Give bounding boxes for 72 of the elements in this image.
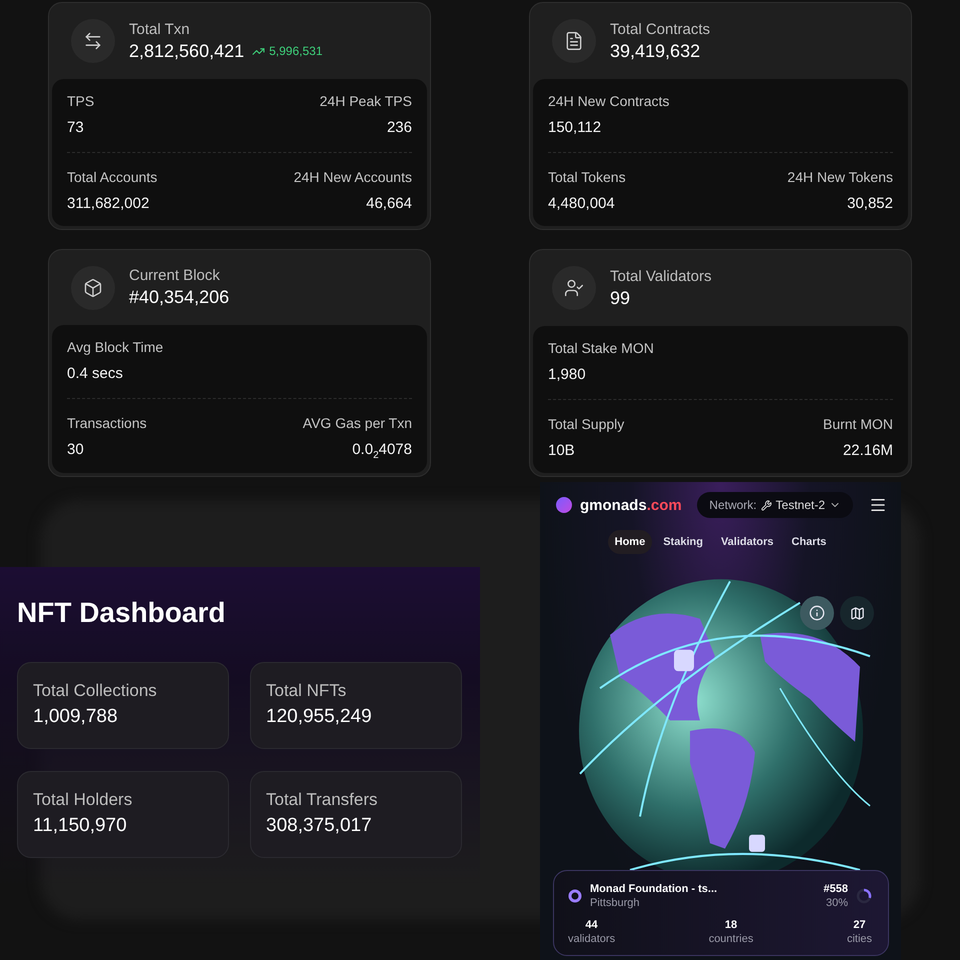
metric-value: 30 [67, 441, 84, 458]
map-icon[interactable] [840, 596, 874, 630]
validator-name: Monad Foundation - ts... [590, 883, 718, 895]
stat-label: validators [568, 933, 616, 945]
info-icon[interactable] [800, 596, 834, 630]
metric-label: 24H New Tokens [787, 169, 893, 185]
user-check-icon [564, 278, 584, 298]
metric-value: 22.16M [842, 442, 893, 459]
metric-label: Total Accounts [67, 169, 158, 185]
metric-label: Burnt MON [822, 416, 893, 432]
logo-icon [556, 497, 572, 513]
metric-value: 30,852 [847, 195, 893, 212]
document-icon [564, 31, 584, 51]
validator-rank: #558 [824, 883, 848, 895]
stat-label: cities [846, 933, 872, 945]
metric-label: 24H Peak TPS [320, 93, 412, 109]
validator-city: Pittsburgh [590, 897, 641, 909]
network-selector[interactable]: Network: Testnet-2 [697, 492, 853, 518]
stat-value: 11,150,970 [33, 815, 128, 837]
site-logo[interactable]: gmonads.com [580, 496, 682, 514]
wrench-icon [760, 500, 772, 510]
stat-value: 2,812,560,421 [129, 40, 244, 62]
metric-label: 24H New Contracts [548, 93, 670, 109]
metric-label: 24H New Accounts [294, 169, 412, 185]
stat-label: Total Holders [33, 790, 134, 810]
stat-label: Total Transfers [266, 790, 378, 810]
stat-value: 39,419,632 [610, 40, 700, 62]
metric-label: Avg Block Time [67, 339, 164, 355]
metric-value: 0.4 secs [67, 365, 123, 382]
stat-count: 44 [585, 919, 598, 931]
stat-label: Total NFTs [266, 681, 348, 701]
stat-title: Total Txn [129, 20, 191, 38]
metric-value: 4,480,004 [548, 195, 615, 212]
menu-icon[interactable] [869, 496, 887, 514]
metric-value: 150,112 [548, 119, 602, 136]
metric-value: 0.0$_{2}$4078 [352, 441, 412, 461]
metric-value: 73 [67, 119, 84, 136]
metric-value: 236 [386, 119, 412, 136]
stat-title: Total Contracts [610, 20, 710, 38]
cube-icon [83, 278, 103, 298]
metric-value: 10B [548, 442, 575, 459]
nav-tab[interactable]: Staking [656, 530, 710, 554]
stat-value: 1,009,788 [33, 706, 119, 728]
change-badge: 5,996,531 [252, 44, 323, 58]
metric-value: 1,980 [548, 366, 586, 383]
metric-label: TPS [67, 93, 94, 109]
stat-value: #40,354,206 [129, 287, 230, 308]
nav-tab[interactable]: Charts [784, 530, 834, 554]
nav-tab[interactable]: Home [608, 530, 652, 554]
stat-label: countries [708, 933, 754, 945]
stat-title: Total Validators [610, 268, 712, 284]
stat-label: Total Collections [33, 681, 158, 701]
metric-label: Total Stake MON [548, 340, 654, 356]
metric-value: 46,664 [366, 195, 412, 212]
metric-label: AVG Gas per Txn [302, 415, 412, 431]
stat-title: Current Block [129, 267, 221, 284]
stat-value: 99 [610, 288, 630, 308]
progress-ring-icon [856, 888, 872, 904]
stat-value: 308,375,017 [266, 815, 373, 837]
metric-label: Transactions [67, 415, 147, 431]
validator-share: 30% [826, 897, 848, 909]
stat-value: 120,955,249 [266, 706, 373, 728]
arrows-icon [83, 31, 103, 51]
validator-marker-icon [568, 889, 582, 903]
metric-label: Total Supply [548, 416, 624, 432]
validator-card[interactable]: Monad Foundation - ts... Pittsburgh #558 30% 44 validators 18 countries 27 cities [553, 870, 889, 956]
metric-label: Total Tokens [548, 169, 626, 185]
stat-count: 27 [853, 919, 866, 931]
metric-value: 311,682,002 [67, 195, 150, 212]
dashboard-title: NFT Dashboard [17, 597, 226, 629]
stat-count: 18 [724, 919, 738, 931]
nav-tab[interactable]: Validators [714, 530, 781, 554]
